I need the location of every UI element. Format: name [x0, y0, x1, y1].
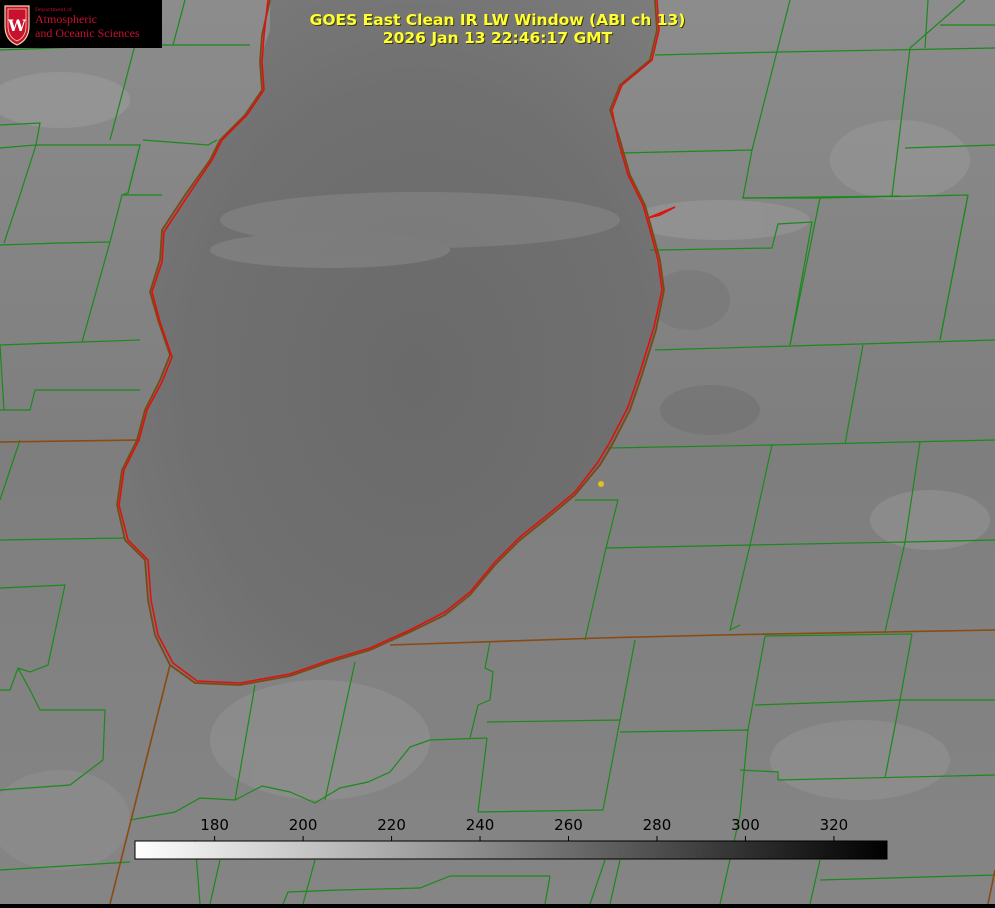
- map-timestamp: 2026 Jan 13 22:46:17 GMT: [382, 29, 613, 47]
- colorbar-tick-label: 260: [554, 816, 583, 834]
- colorbar-tick-label: 180: [200, 816, 229, 834]
- colorbar-tick-label: 300: [731, 816, 760, 834]
- colorbar-tick-label: 320: [820, 816, 849, 834]
- colorbar-tick-label: 240: [466, 816, 495, 834]
- colorbar-tick-label: 220: [377, 816, 406, 834]
- colorbar: [134, 840, 888, 860]
- colorbar-tick-label: 200: [289, 816, 318, 834]
- location-marker: [598, 481, 604, 487]
- map-title: GOES East Clean IR LW Window (ABI ch 13): [309, 11, 686, 29]
- colorbar-tick-label: 280: [643, 816, 672, 834]
- satellite-image: 180 200 220 240 260 280 300 320: [0, 0, 995, 905]
- map-view[interactable]: 180 200 220 240 260 280 300 320 W Department of…: [0, 0, 995, 905]
